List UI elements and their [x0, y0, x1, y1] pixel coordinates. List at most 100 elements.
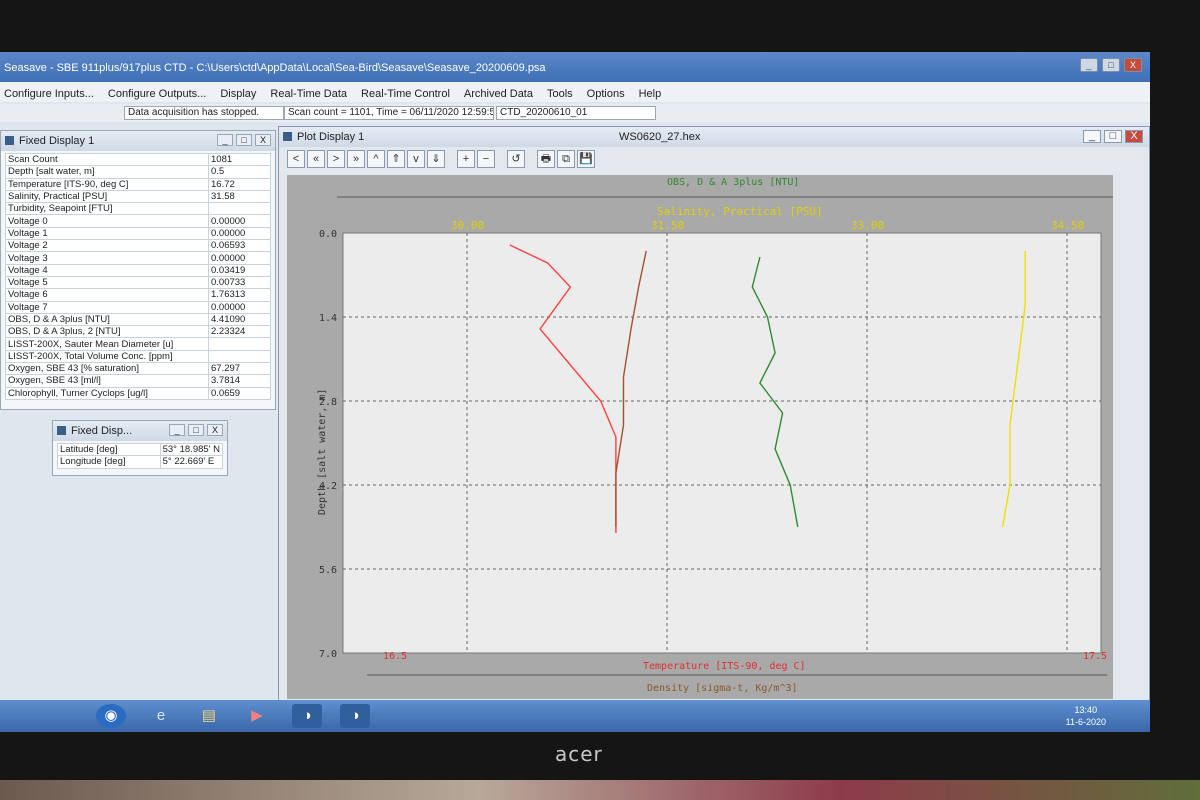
scroll-down-fast-button[interactable]: ⇓ [427, 150, 445, 168]
start-button[interactable]: ◉ [96, 704, 126, 728]
maximize-button[interactable]: □ [188, 424, 204, 436]
menu-options[interactable]: Options [587, 88, 625, 102]
table-row: Voltage 7 0.00000 [5, 300, 271, 314]
scroll-up-button[interactable]: ^ [367, 150, 385, 168]
table-row: LISST-200X, Total Volume Conc. [ppm] [5, 349, 271, 364]
scroll-left-button[interactable]: < [287, 150, 305, 168]
bottom-axis-2-label: Density [sigma-t, Kg/m^3] [647, 683, 798, 694]
table-row: Voltage 4 0.03419 [5, 263, 271, 277]
row-value: 3.7814 [208, 374, 271, 388]
row-value [208, 349, 271, 364]
close-button[interactable]: X [255, 134, 271, 146]
plot-toolbar: < « > » ^ ⇑ v ⇓ + − ↺ 🖶 ⧉ 💾 [279, 147, 1149, 171]
top-axis-2-tick-label: 34.50 [1051, 219, 1084, 232]
menu-bar: Configure Inputs... Configure Outputs...… [0, 82, 1150, 102]
zoom-out-button[interactable]: − [477, 150, 495, 168]
table-row: Voltage 5 0.00733 [5, 275, 271, 290]
y-tick-label: 0.0 [319, 229, 337, 240]
row-value: 1.76313 [208, 288, 271, 302]
menu-tools[interactable]: Tools [547, 88, 573, 102]
menu-display[interactable]: Display [220, 88, 256, 102]
system-clock[interactable]: 13:40 11-6-2020 [1066, 704, 1106, 728]
seasave-task-icon[interactable]: ◑ [292, 704, 322, 728]
media-player-icon[interactable]: ▶ [242, 704, 272, 728]
table-row: Voltage 3 0.00000 [5, 251, 271, 265]
minimize-button[interactable]: _ [1080, 58, 1098, 72]
y-tick-label: 1.4 [319, 313, 337, 324]
row-value: 0.03419 [208, 263, 271, 277]
scroll-up-fast-button[interactable]: ⇑ [387, 150, 405, 168]
row-value: 4.41090 [208, 312, 271, 327]
y-tick-label: 5.6 [319, 565, 337, 576]
menu-archived-data[interactable]: Archived Data [464, 88, 533, 102]
save-button[interactable]: 💾 [577, 150, 595, 168]
print-button[interactable]: 🖶 [537, 150, 555, 168]
row-label: Turbidity, Seapoint [FTU] [5, 202, 209, 216]
copy-button[interactable]: ⧉ [557, 150, 575, 168]
table-row: Longitude [deg] 5° 22.669' E [57, 455, 224, 469]
row-value: 5° 22.669' E [159, 455, 224, 469]
close-button[interactable]: X [1125, 130, 1143, 143]
seasave-task-icon-2[interactable]: ◑ [340, 704, 370, 728]
fixed-display-1-title-bar: Fixed Display 1 _ □ X [1, 131, 275, 151]
table-row: Scan Count 1081 [5, 152, 271, 167]
maximize-button[interactable]: □ [1104, 130, 1122, 143]
top-axis-2-tick-label: 33.00 [851, 219, 884, 232]
menu-configure-outputs[interactable]: Configure Outputs... [108, 88, 206, 102]
fixed-display-1-panel: Fixed Display 1 _ □ X Scan Count 1081 Depth … [0, 130, 276, 410]
scroll-left-fast-button[interactable]: « [307, 150, 325, 168]
maximize-button[interactable]: □ [236, 134, 252, 146]
reset-view-button[interactable]: ↺ [507, 150, 525, 168]
row-label: Voltage 5 [5, 275, 209, 290]
scroll-right-fast-button[interactable]: » [347, 150, 365, 168]
minimize-button[interactable]: _ [217, 134, 233, 146]
app-title-bar: Seasave - SBE 911plus/917plus CTD - C:\U… [0, 52, 1150, 82]
internet-explorer-icon[interactable]: e [146, 704, 176, 728]
plot-display-window: Plot Display 1 WS0620_27.hex _ □ X < « >… [278, 126, 1150, 706]
row-value: 16.72 [208, 177, 271, 191]
close-button[interactable]: X [1124, 58, 1142, 72]
row-label: Oxygen, SBE 43 [ml/l] [5, 374, 209, 388]
status-bar: Data acquisition has stopped. Scan count… [0, 104, 1150, 122]
fixed-display-1-title: Fixed Display 1 [19, 135, 95, 147]
minimize-button[interactable]: _ [1083, 130, 1101, 143]
table-row: Turbidity, Seapoint [FTU] [5, 202, 271, 216]
top-axis-1-label: OBS, D & A 3plus [NTU] [667, 177, 799, 188]
zoom-in-button[interactable]: + [457, 150, 475, 168]
row-value: 31.58 [208, 189, 271, 204]
plot-file-name: WS0620_27.hex [619, 131, 701, 143]
table-row: Salinity, Practical [PSU] 31.58 [5, 189, 271, 204]
maximize-button[interactable]: □ [1102, 58, 1120, 72]
row-label: Voltage 4 [5, 263, 209, 277]
menu-help[interactable]: Help [639, 88, 662, 102]
plot-area[interactable]: OBS, D & A 3plus [NTU] Salinity, Practic… [287, 175, 1117, 699]
table-row: LISST-200X, Sauter Mean Diameter [u] [5, 337, 271, 351]
row-value: 53° 18.985' N [159, 442, 224, 457]
screen: Seasave - SBE 911plus/917plus CTD - C:\U… [0, 52, 1150, 732]
fixed-display-2-table: Latitude [deg] 53° 18.985' N Longitude [de… [57, 442, 224, 469]
plot-display-title-bar: Plot Display 1 WS0620_27.hex _ □ X [279, 127, 1149, 147]
menu-real-time-control[interactable]: Real-Time Control [361, 88, 450, 102]
menu-real-time-data[interactable]: Real-Time Data [270, 88, 347, 102]
row-value: 1081 [208, 152, 271, 167]
table-row: Oxygen, SBE 43 [ml/l] 3.7814 [5, 374, 271, 388]
minimize-button[interactable]: _ [169, 424, 185, 436]
app-title: Seasave - SBE 911plus/917plus CTD - C:\U… [4, 62, 546, 74]
row-label: Voltage 2 [5, 239, 209, 253]
status-message: Data acquisition has stopped. [124, 106, 284, 120]
row-label: Longitude [deg] [57, 455, 161, 469]
row-label: Voltage 7 [5, 300, 209, 314]
fixed-display-2-panel: Fixed Disp... _ □ X Latitude [deg] 53° 18.9… [52, 420, 228, 476]
file-explorer-icon[interactable]: ▤ [194, 704, 224, 728]
table-row: Voltage 2 0.06593 [5, 239, 271, 253]
close-button[interactable]: X [207, 424, 223, 436]
plot-display-title: Plot Display 1 [297, 131, 365, 143]
row-label: LISST-200X, Total Volume Conc. [ppm] [5, 349, 209, 364]
row-value [208, 337, 271, 351]
menu-configure-inputs[interactable]: Configure Inputs... [4, 88, 94, 102]
row-value: 0.06593 [208, 239, 271, 253]
row-value: 0.00000 [208, 300, 271, 314]
scroll-right-button[interactable]: > [327, 150, 345, 168]
row-label: Salinity, Practical [PSU] [5, 189, 209, 204]
scroll-down-button[interactable]: v [407, 150, 425, 168]
